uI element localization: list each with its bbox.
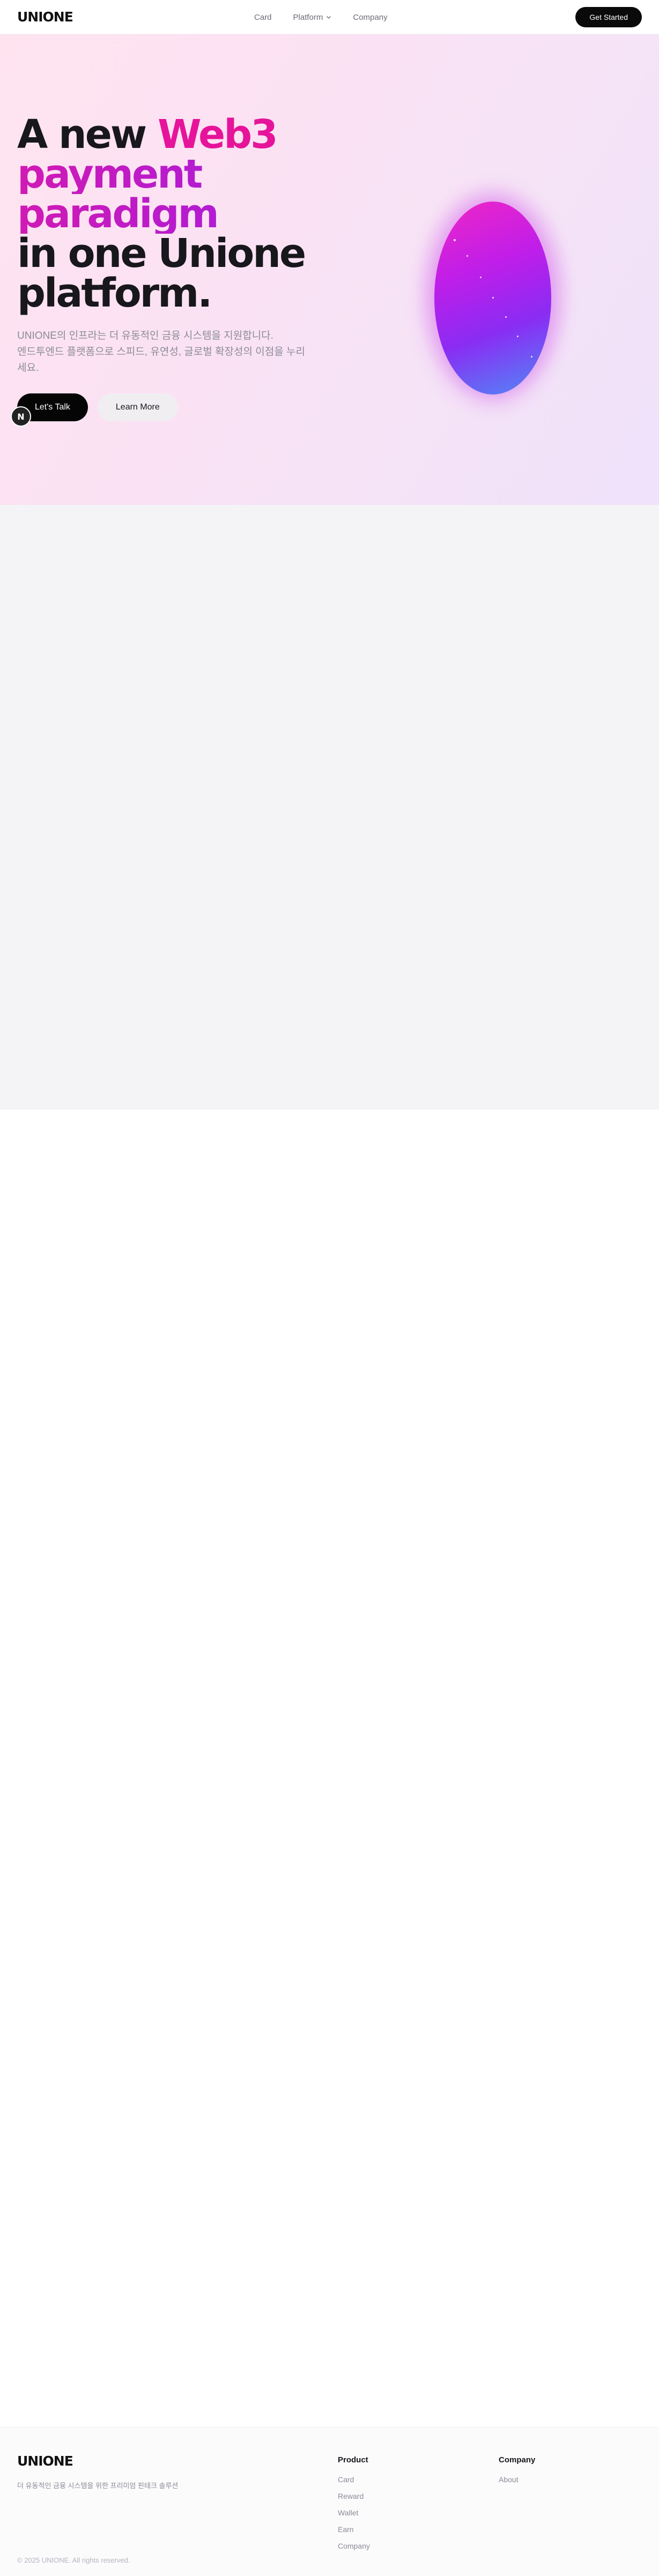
footer-copyright: © 2025 UNIONE. All rights reserved. xyxy=(17,2556,130,2564)
get-started-button[interactable]: Get Started xyxy=(575,7,642,27)
nav-link-platform[interactable]: Platform xyxy=(293,13,332,22)
hero-description: UNIONE의 인프라는 더 유동적인 금융 시스템을 지원합니다. 엔드투엔드… xyxy=(17,328,317,376)
footer-link-wallet[interactable]: Wallet xyxy=(338,2508,370,2517)
footer-link-earn[interactable]: Earn xyxy=(338,2525,370,2534)
page: UNIONE Card Platform Company Get Started… xyxy=(0,0,659,2576)
footer-link-card[interactable]: Card xyxy=(338,2475,370,2484)
hero-description-line-2: 엔드투엔드 플랫폼으로 스피드, 유연성, 글로벌 확장성의 이점을 누리 xyxy=(17,346,305,358)
sparkle-dot xyxy=(467,255,468,257)
hero-title-line-1: A new Web3 xyxy=(17,115,305,154)
hero-section: A new Web3 payment paradigm in one Union… xyxy=(0,34,659,505)
nav-link-card[interactable]: Card xyxy=(254,13,272,22)
hero-title-line-2: payment xyxy=(17,154,305,194)
footer-column-product: Product Card Reward Wallet Earn Company xyxy=(338,2455,370,2558)
learn-more-button[interactable]: Learn More xyxy=(97,393,178,421)
sparkle-dot xyxy=(492,297,494,299)
nav-link-company-label: Company xyxy=(353,12,388,22)
hero-title-line-3: paradigm xyxy=(17,194,305,234)
top-navbar: UNIONE Card Platform Company Get Started xyxy=(0,0,659,34)
footer-column-title: Company xyxy=(499,2455,536,2465)
footer-column-title: Product xyxy=(338,2455,368,2465)
footer: UNIONE 더 유동적인 금융 시스템을 위한 프리미엄 핀테크 솔루션 Pr… xyxy=(0,2427,659,2576)
sparkle-dot xyxy=(454,239,456,241)
hero-description-line-1: UNIONE의 인프라는 더 유동적인 금융 시스템을 지원합니다. xyxy=(17,330,273,341)
footer-column-company: Company About xyxy=(499,2455,535,2492)
main-nav: Card Platform Company xyxy=(254,0,388,34)
content-section-placeholder xyxy=(0,505,659,1110)
hero-description-line-3: 세요. xyxy=(17,362,39,374)
footer-tagline: 더 유동적인 금융 시스템을 위한 프리미엄 핀테크 솔루션 xyxy=(17,2482,179,2490)
gradient-orb-graphic xyxy=(434,202,551,394)
nav-link-platform-label: Platform xyxy=(293,12,323,22)
hero-title: A new Web3 payment paradigm in one Union… xyxy=(17,115,306,316)
sparkle-dot xyxy=(480,277,482,278)
sparkle-dot xyxy=(531,356,532,358)
hero-title-line-4: in one Unione xyxy=(17,230,306,277)
chevron-down-icon xyxy=(327,16,331,19)
nav-link-card-label: Card xyxy=(254,12,272,22)
hero-actions: Let's Talk Learn More xyxy=(17,393,178,421)
hero-title-line-5: platform. xyxy=(17,270,212,316)
footer-link-about[interactable]: About xyxy=(499,2475,535,2484)
footer-logo[interactable]: UNIONE xyxy=(17,2453,73,2469)
sparkle-dot xyxy=(517,336,519,337)
brand-logo[interactable]: UNIONE xyxy=(17,9,73,25)
nav-link-company[interactable]: Company xyxy=(353,13,387,22)
footer-link-reward[interactable]: Reward xyxy=(338,2492,370,2500)
floating-n-button[interactable]: N xyxy=(11,406,31,427)
sparkle-dot xyxy=(505,316,507,318)
footer-link-company[interactable]: Company xyxy=(338,2542,370,2550)
